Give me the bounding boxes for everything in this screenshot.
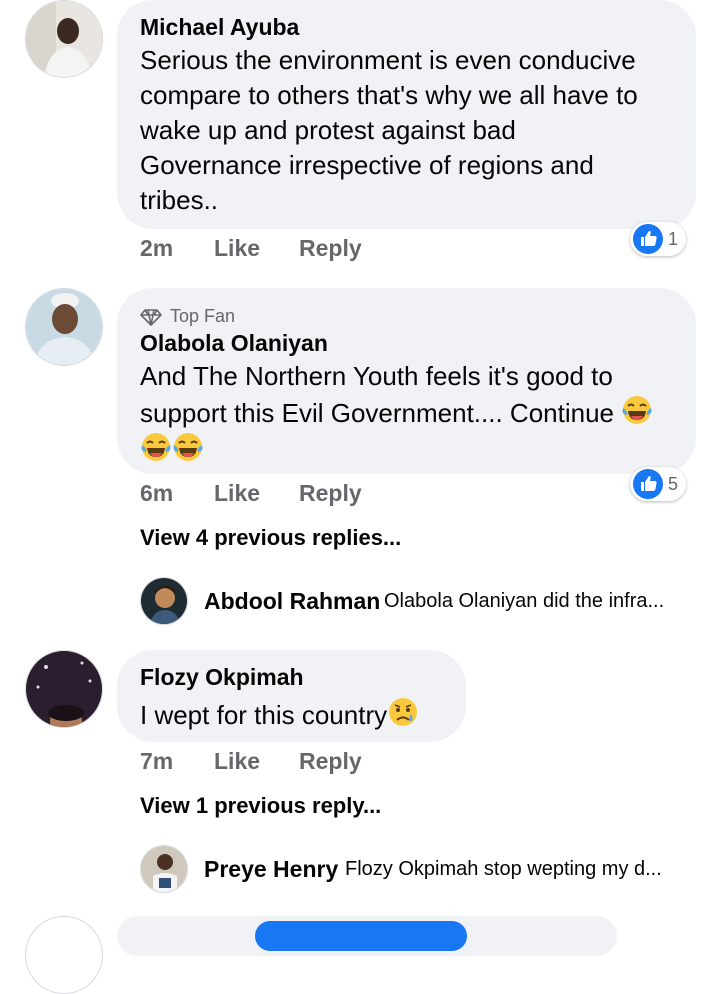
laughing-tears-emoji-icon	[622, 396, 652, 424]
reply-preview-text[interactable]: Flozy Okpimah stop wepting my d...	[345, 858, 662, 881]
profile-photo	[141, 578, 187, 624]
comment-author[interactable]: Flozy Okpimah	[140, 664, 304, 691]
comment-time[interactable]: 7m	[140, 748, 173, 775]
profile-photo	[141, 846, 187, 892]
profile-photo	[26, 289, 102, 365]
diamond-icon	[140, 308, 162, 326]
profile-photo	[26, 651, 102, 727]
comment-time[interactable]: 2m	[140, 235, 173, 262]
reply-author[interactable]: Preye Henry	[204, 856, 338, 883]
comment-line: Serious the environment is even conduciv…	[140, 45, 636, 75]
like-button[interactable]: Like	[214, 748, 260, 775]
profile-photo	[26, 1, 102, 77]
like-reaction-icon	[633, 469, 663, 499]
badge-label: Top Fan	[170, 306, 236, 326]
comment-line	[140, 431, 653, 468]
sad-tear-emoji-icon	[389, 698, 418, 726]
avatar-preye-henry[interactable]	[140, 845, 188, 893]
comment-line: I wept for this country	[140, 700, 388, 730]
comment-time[interactable]: 6m	[140, 480, 173, 507]
like-reaction-icon	[633, 224, 663, 254]
comment-text: Serious the environment is even conduciv…	[140, 43, 638, 218]
comment-text: I wept for this country	[140, 696, 419, 733]
avatar-olabola-olaniyan[interactable]	[25, 288, 103, 366]
comment-line: And The Northern Youth feels it's good t…	[140, 361, 613, 391]
avatar-abdool-rahman[interactable]	[140, 577, 188, 625]
view-previous-replies-link[interactable]: View 4 previous replies...	[140, 525, 401, 551]
comment-line: wake up and protest against bad	[140, 115, 516, 145]
top-fan-badge: Top Fan	[140, 306, 235, 327]
reply-button[interactable]: Reply	[299, 235, 362, 262]
avatar-michael-ayuba[interactable]	[25, 0, 103, 78]
like-button[interactable]: Like	[214, 235, 260, 262]
reaction-count: 5	[668, 473, 679, 494]
reaction-summary[interactable]: 1	[630, 222, 687, 256]
reaction-count: 1	[668, 228, 679, 249]
reply-preview-text[interactable]: Olabola Olaniyan did the infra...	[384, 590, 664, 613]
comment-bubble: Michael Ayuba Serious the environment is…	[117, 0, 696, 229]
laughing-tears-emoji-icon	[141, 433, 171, 461]
comment-author[interactable]: Olabola Olaniyan	[140, 330, 328, 357]
laughing-tears-emoji-icon	[173, 433, 203, 461]
avatar-next-comment[interactable]	[25, 916, 103, 994]
comment-author[interactable]: Michael Ayuba	[140, 14, 299, 41]
comment-line: tribes..	[140, 185, 219, 215]
view-previous-replies-link[interactable]: View 1 previous reply...	[140, 793, 381, 819]
comment-line: Governance irrespective of regions and	[140, 150, 594, 180]
comment-bubble: Flozy Okpimah I wept for this country	[117, 650, 466, 742]
reply-button[interactable]: Reply	[299, 480, 362, 507]
like-button[interactable]: Like	[214, 480, 260, 507]
comment-text: And The Northern Youth feels it's good t…	[140, 359, 653, 468]
comment-bubble: Top Fan Olabola Olaniyan And The Norther…	[117, 288, 696, 474]
reaction-summary[interactable]: 5	[630, 467, 687, 501]
reply-button[interactable]: Reply	[299, 748, 362, 775]
avatar-flozy-okpimah[interactable]	[25, 650, 103, 728]
reply-author[interactable]: Abdool Rahman	[204, 588, 380, 615]
comment-line: compare to others that's why we all have…	[140, 80, 638, 110]
comment-line: support this Evil Government.... Continu…	[140, 394, 653, 431]
